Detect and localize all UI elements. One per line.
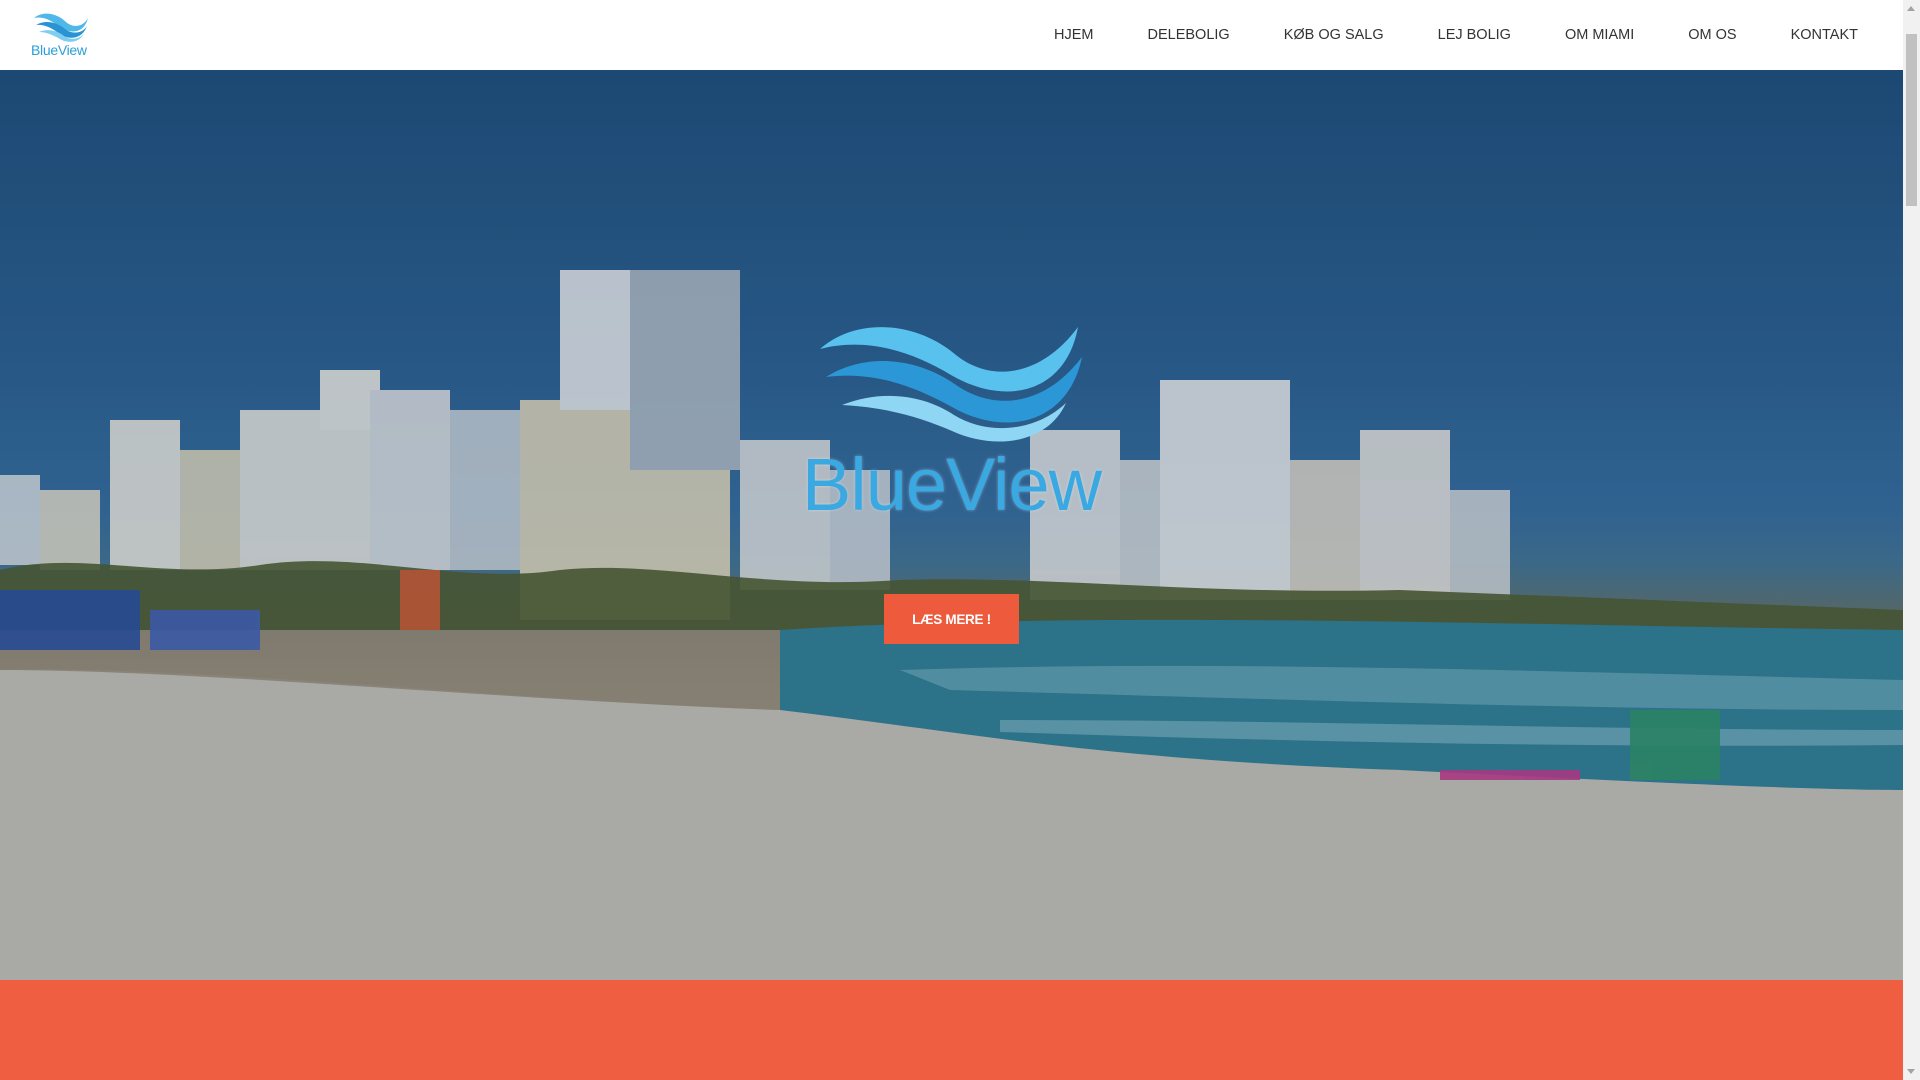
hero-section: BlueView LÆS MERE ! — [0, 70, 1903, 980]
logo-text: BlueView — [31, 42, 87, 58]
nav-item-om-miami[interactable]: OM MIAMI — [1538, 27, 1661, 43]
nav-item-lej-bolig[interactable]: LEJ BOLIG — [1411, 27, 1538, 43]
scroll-up-arrow-icon[interactable] — [1907, 6, 1915, 11]
hero-brand-text: BlueView — [801, 443, 1102, 526]
nav-item-om-os[interactable]: OM OS — [1661, 27, 1763, 43]
page-scrollbar[interactable] — [1903, 0, 1920, 1080]
nav-item-hjem[interactable]: HJEM — [1027, 27, 1120, 43]
scroll-thumb[interactable] — [1906, 34, 1917, 206]
nav-item-delebolig[interactable]: DELEBOLIG — [1121, 27, 1257, 43]
site-logo[interactable]: BlueView — [28, 12, 92, 58]
wave-logo-icon — [820, 327, 1082, 442]
main-navigation: HJEM DELEBOLIG KØB OG SALG LEJ BOLIG OM … — [1027, 0, 1885, 70]
read-more-button[interactable]: LÆS MERE ! — [884, 594, 1019, 644]
orange-content-band — [0, 980, 1903, 1080]
nav-item-kontakt[interactable]: KONTAKT — [1764, 27, 1885, 43]
site-header: BlueView HJEM DELEBOLIG KØB OG SALG LEJ … — [0, 0, 1903, 70]
nav-item-koeb-og-salg[interactable]: KØB OG SALG — [1257, 27, 1411, 43]
wave-logo-icon — [34, 13, 88, 42]
scroll-down-arrow-icon[interactable] — [1907, 1069, 1915, 1074]
